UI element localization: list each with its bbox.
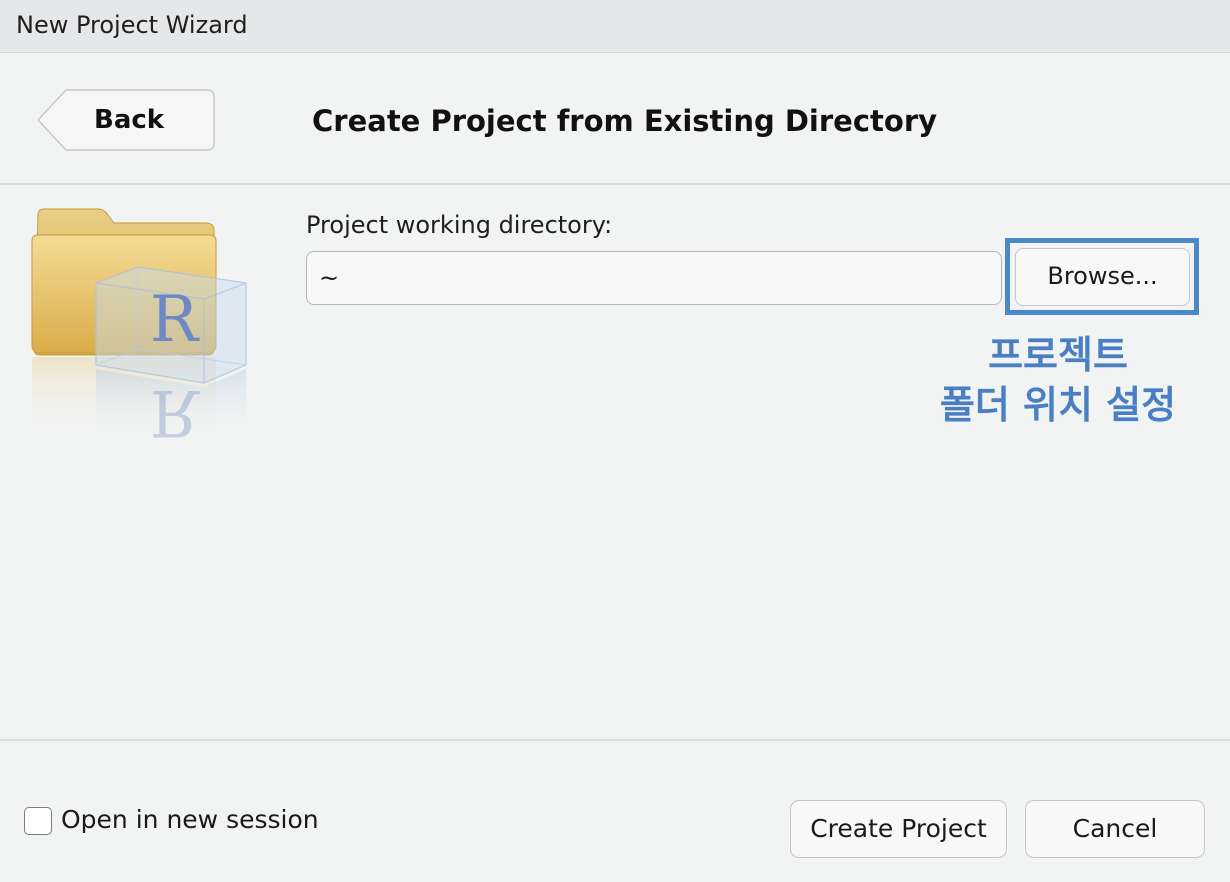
back-button-label: Back (94, 105, 165, 135)
page-title: Create Project from Existing Directory (312, 104, 938, 138)
svg-text:R: R (150, 375, 200, 449)
annotation-line-2: 폴더 위치 설정 (939, 383, 1177, 427)
directory-label: Project working directory: (306, 211, 613, 239)
annotation-line-1: 프로젝트 (988, 333, 1128, 377)
footer-divider (0, 739, 1230, 741)
create-project-button[interactable]: Create Project (790, 800, 1007, 858)
r-project-folder-icon: R R (28, 205, 258, 455)
header-divider (0, 183, 1230, 185)
browse-button[interactable]: Browse... (1015, 248, 1190, 306)
open-new-session-label: Open in new session (61, 805, 319, 834)
title-bar: New Project Wizard (0, 0, 1230, 53)
annotation-note: 프로젝트 폴더 위치 설정 (930, 330, 1186, 430)
new-project-wizard-window: New Project Wizard Back Create Project f… (0, 0, 1230, 882)
directory-input[interactable] (306, 251, 1002, 305)
back-button[interactable]: Back (36, 89, 216, 151)
open-new-session-checkbox[interactable] (24, 807, 52, 835)
window-title: New Project Wizard (16, 11, 248, 39)
r-glyph: R (150, 283, 200, 357)
cancel-button[interactable]: Cancel (1025, 800, 1205, 858)
